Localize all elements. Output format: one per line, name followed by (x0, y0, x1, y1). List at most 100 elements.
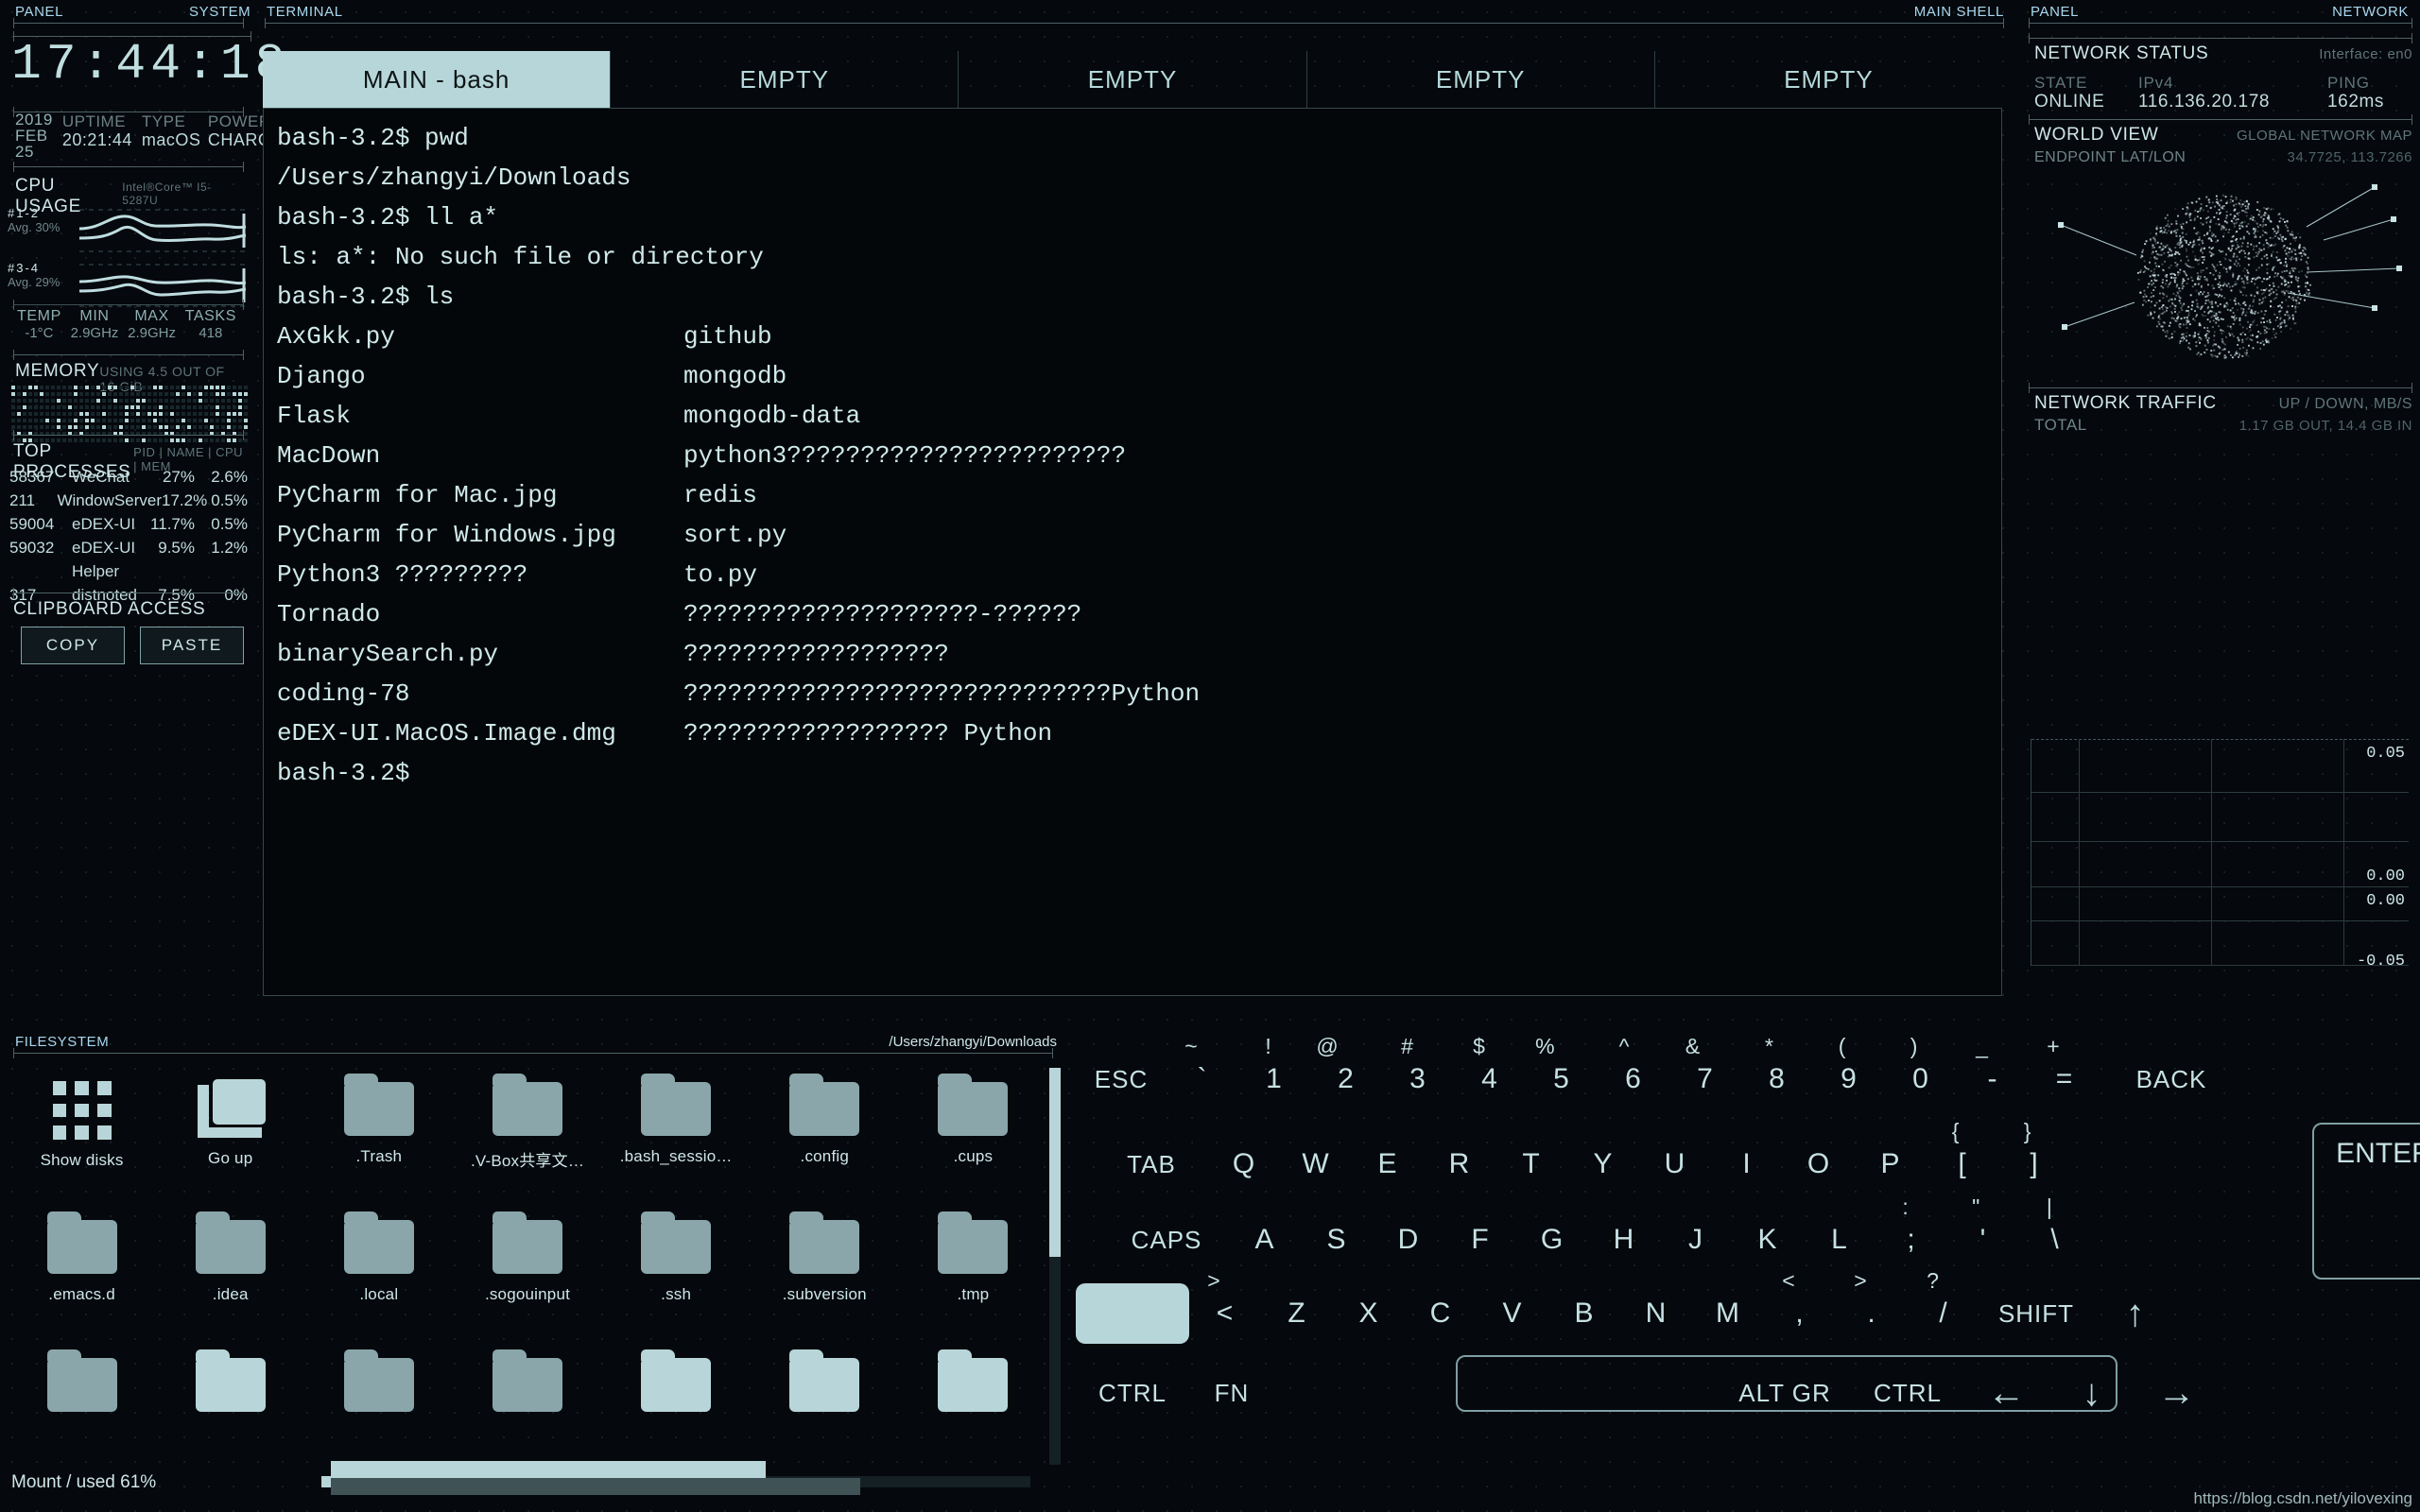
key-d[interactable]: D (1373, 1210, 1444, 1270)
key-a[interactable]: A (1229, 1210, 1301, 1270)
key-q[interactable]: Q (1208, 1134, 1280, 1194)
key--[interactable]: " ' (1947, 1210, 2019, 1270)
key--[interactable]: }] (1998, 1134, 2070, 1194)
terminal-tab-4[interactable]: EMPTY (1655, 51, 2002, 108)
key--[interactable]: _ - (1957, 1049, 2029, 1109)
key-p[interactable]: P (1855, 1134, 1927, 1194)
filesystem-item[interactable]: .V-Box共享文… (453, 1064, 601, 1202)
key-5[interactable]: % 5 (1526, 1049, 1598, 1109)
key--[interactable]: ? / (1908, 1283, 1979, 1344)
memory-cell (130, 412, 134, 416)
filesystem-item[interactable]: Show disks (8, 1064, 156, 1202)
key-v[interactable]: V (1477, 1283, 1548, 1344)
filesystem-item[interactable] (304, 1340, 453, 1478)
space-key[interactable] (1456, 1355, 2118, 1412)
key--[interactable]: + = (2029, 1049, 2100, 1109)
key-u[interactable]: U (1639, 1134, 1711, 1194)
filesystem-item[interactable]: .bash_sessio… (602, 1064, 751, 1202)
filesystem-item[interactable]: .idea (156, 1202, 304, 1340)
key-tab[interactable]: TAB (1095, 1134, 1208, 1194)
key-f[interactable]: F (1444, 1210, 1516, 1270)
key-8[interactable]: * 8 (1741, 1049, 1813, 1109)
filesystem-item[interactable] (899, 1340, 1047, 1478)
filesystem-item[interactable]: .tmp (899, 1202, 1047, 1340)
copy-button[interactable]: COPY (21, 627, 125, 664)
key-z[interactable]: Z (1261, 1283, 1333, 1344)
keyboard-row-3[interactable]: CAPS A S D F G H J K L:; " ' | \ (1066, 1210, 2420, 1270)
key-back[interactable]: BACK (2100, 1049, 2242, 1109)
key--[interactable]: ~ ` (1167, 1049, 1238, 1109)
filesystem-grid[interactable]: Show disks Go up .Trash .V-Box共享文… .bash_ses… (8, 1064, 1047, 1470)
key-4[interactable]: $4 (1454, 1049, 1526, 1109)
key-shift-left[interactable] (1076, 1283, 1189, 1344)
filesystem-item[interactable] (602, 1340, 751, 1478)
key-s[interactable]: S (1301, 1210, 1373, 1270)
key-y[interactable]: Y (1567, 1134, 1639, 1194)
key--[interactable]: {[ (1927, 1134, 1998, 1194)
keyboard-row-1[interactable]: ESC ~ `! 1 @2 #3 $4% 5 ^ 6 & 7 * 8(9) 0 _ - + = BACK (1066, 1049, 2420, 1109)
filesystem-item[interactable] (8, 1340, 156, 1478)
key-o[interactable]: O (1783, 1134, 1855, 1194)
filesystem-item[interactable]: .cups (899, 1064, 1047, 1202)
key--[interactable]: ↑ (2093, 1283, 2178, 1344)
key-esc[interactable]: ESC (1076, 1049, 1167, 1109)
key-j[interactable]: J (1660, 1210, 1732, 1270)
terminal-tab-0[interactable]: MAIN - bash (263, 51, 611, 108)
filesystem-item[interactable]: .ssh (602, 1202, 751, 1340)
key--[interactable]: :; (1876, 1210, 1947, 1270)
key-l[interactable]: L (1804, 1210, 1876, 1270)
key--[interactable]: > < (1189, 1283, 1261, 1344)
key-7[interactable]: & 7 (1669, 1049, 1741, 1109)
keyboard-row-2[interactable]: TAB Q W E R T Y U I O P{[}] (1066, 1134, 2420, 1194)
key-t[interactable]: T (1495, 1134, 1567, 1194)
filesystem-item[interactable]: .local (304, 1202, 453, 1340)
terminal-tab-bar[interactable]: MAIN - bash EMPTY EMPTY EMPTY EMPTY (263, 51, 2002, 108)
paste-button[interactable]: PASTE (140, 627, 244, 664)
terminal-tab-2[interactable]: EMPTY (959, 51, 1306, 108)
key-i[interactable]: I (1711, 1134, 1783, 1194)
globe-network-map[interactable] (2023, 170, 2414, 382)
key-shift[interactable]: SHIFT (1979, 1283, 2093, 1344)
key-0[interactable]: ) 0 (1885, 1049, 1957, 1109)
key-3[interactable]: #3 (1382, 1049, 1454, 1109)
key-6[interactable]: ^ 6 (1598, 1049, 1669, 1109)
key--[interactable]: → (2135, 1363, 2220, 1423)
filesystem-item[interactable]: .config (751, 1064, 899, 1202)
keyboard-row-4[interactable]: > < Z X C V B N M <, >.? / SHIFT ↑ (1066, 1283, 2420, 1344)
key-2[interactable]: @2 (1310, 1049, 1382, 1109)
key-w[interactable]: W (1280, 1134, 1352, 1194)
state-label: STATE (2034, 74, 2138, 92)
key-caps[interactable]: CAPS (1104, 1210, 1229, 1270)
key--[interactable]: <, (1764, 1283, 1836, 1344)
terminal-output[interactable]: bash-3.2$ pwd/Users/zhangyi/Downloads bas… (263, 108, 2002, 996)
key-m[interactable]: M (1692, 1283, 1764, 1344)
key-c[interactable]: C (1405, 1283, 1477, 1344)
key-fn[interactable]: FN (1189, 1363, 1274, 1423)
key-k[interactable]: K (1732, 1210, 1804, 1270)
filesystem-item[interactable]: Go up (156, 1064, 304, 1202)
filesystem-vscroll-thumb[interactable] (1049, 1068, 1061, 1257)
terminal-tab-1[interactable]: EMPTY (611, 51, 959, 108)
filesystem-item[interactable] (453, 1340, 601, 1478)
memory-cell (164, 419, 168, 422)
key-n[interactable]: N (1620, 1283, 1692, 1344)
key-x[interactable]: X (1333, 1283, 1405, 1344)
filesystem-item[interactable]: .Trash (304, 1064, 453, 1202)
key-g[interactable]: G (1516, 1210, 1588, 1270)
key-1[interactable]: ! 1 (1238, 1049, 1310, 1109)
key-e[interactable]: E (1352, 1134, 1424, 1194)
key-9[interactable]: (9 (1813, 1049, 1885, 1109)
key-r[interactable]: R (1424, 1134, 1495, 1194)
filesystem-item[interactable] (156, 1340, 304, 1478)
filesystem-item[interactable]: .sogouinput (453, 1202, 601, 1340)
key--[interactable]: >. (1836, 1283, 1908, 1344)
filesystem-item[interactable] (751, 1340, 899, 1478)
key--[interactable]: | \ (2019, 1210, 2091, 1270)
filesystem-item[interactable]: .subversion (751, 1202, 899, 1340)
terminal-tab-3[interactable]: EMPTY (1307, 51, 1655, 108)
enter-key[interactable]: ENTER (2312, 1123, 2420, 1280)
key-b[interactable]: B (1548, 1283, 1620, 1344)
key-h[interactable]: H (1588, 1210, 1660, 1270)
key-ctrl[interactable]: CTRL (1076, 1363, 1189, 1423)
filesystem-item[interactable]: .emacs.d (8, 1202, 156, 1340)
